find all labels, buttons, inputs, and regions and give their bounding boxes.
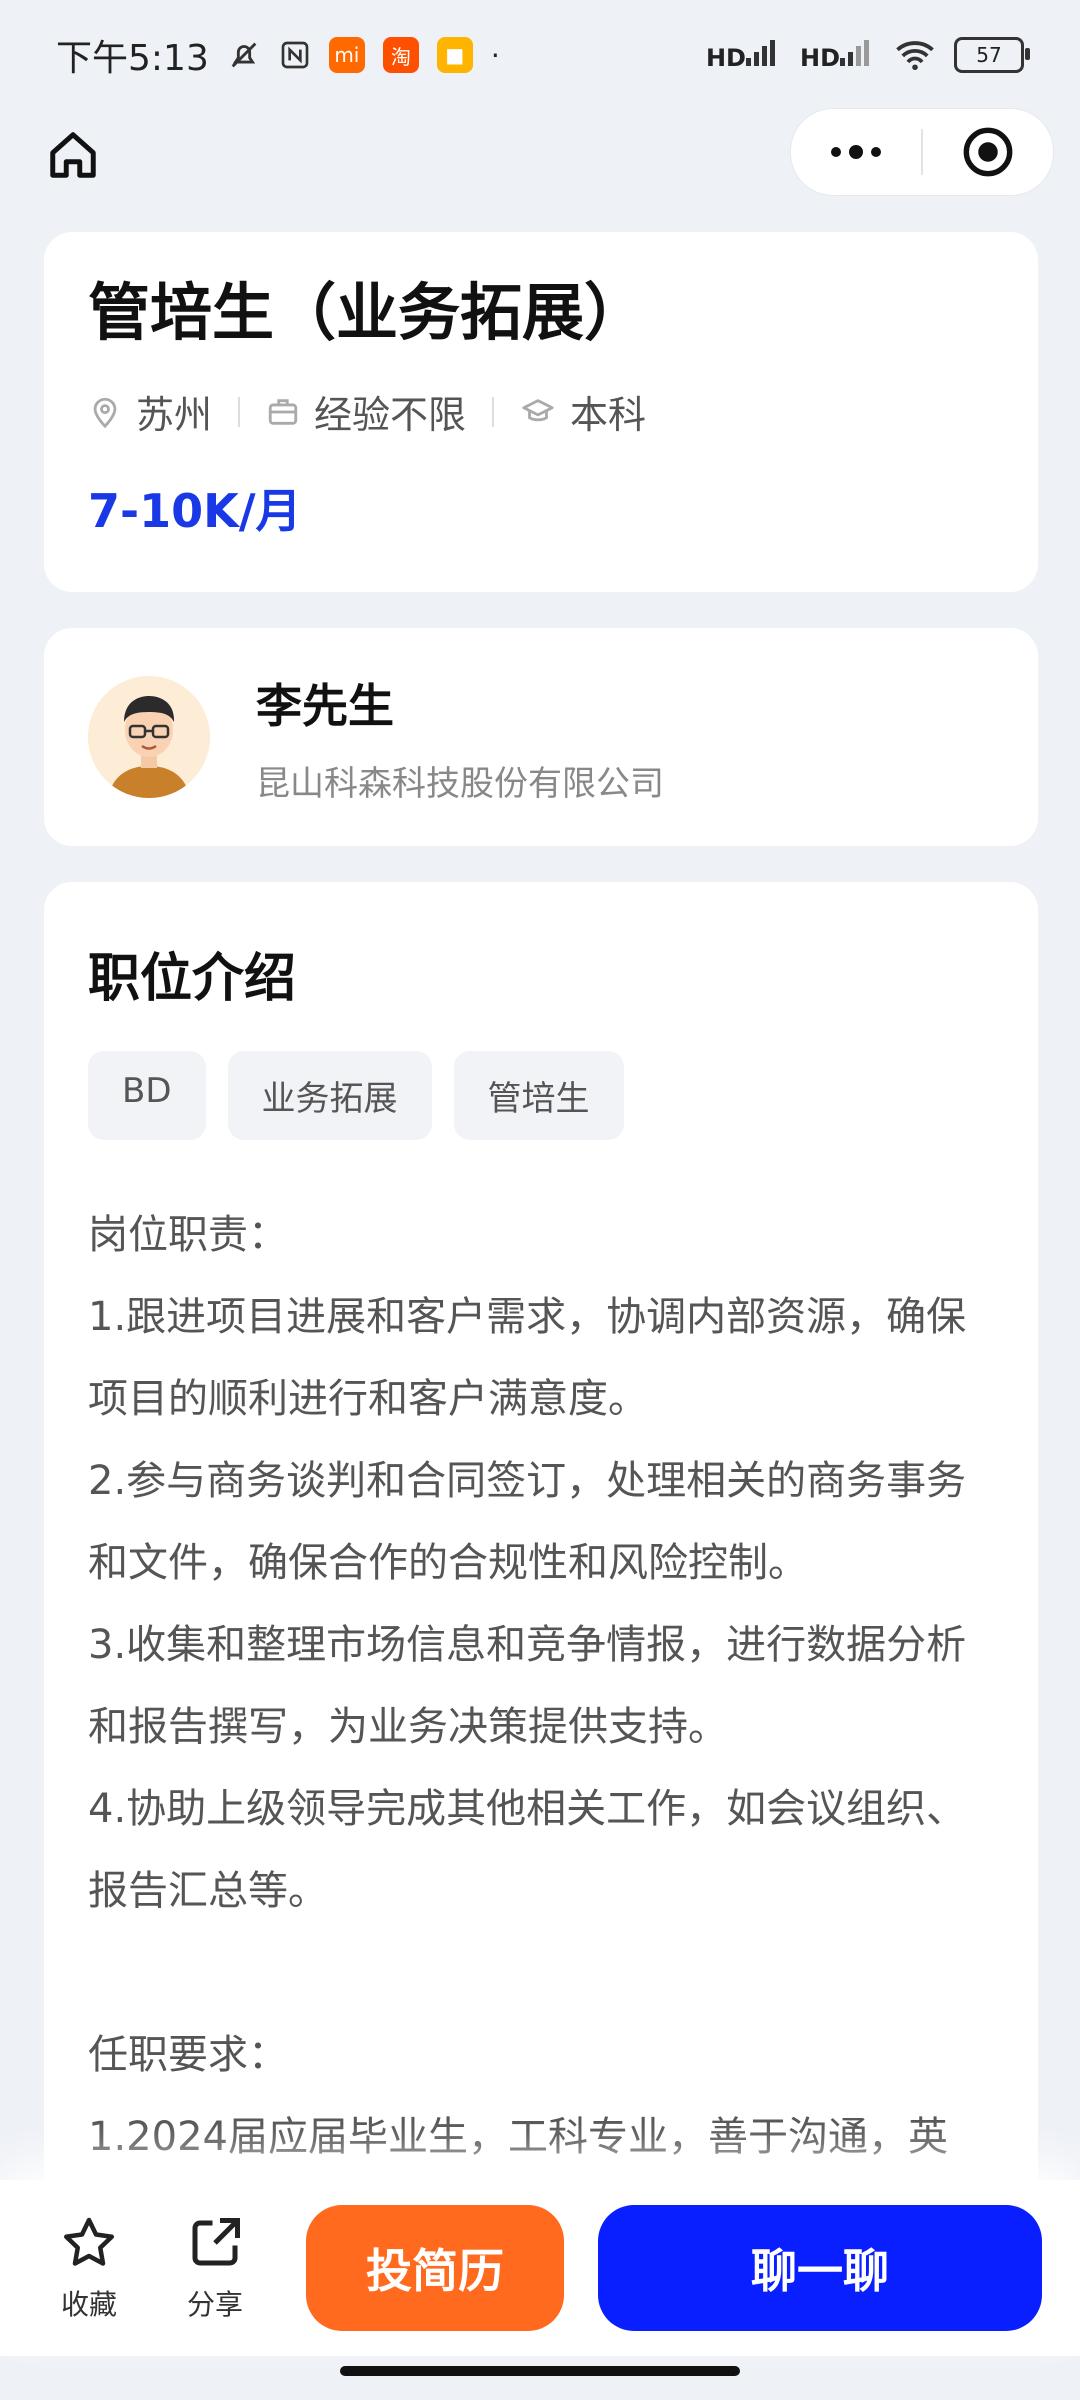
status-time: 下午5:13 — [56, 38, 209, 79]
job-meta: 苏州 经验不限 本科 — [88, 384, 994, 439]
description-line: 报告汇总等。 — [88, 1868, 328, 1914]
taobao-app-icon: 淘 — [382, 37, 419, 73]
job-location: 苏州 — [88, 384, 212, 439]
share-icon — [192, 2218, 240, 2266]
salary: 7-10K/月 — [88, 484, 302, 538]
status-bar: 下午5:13 mi 淘 ■ · HD HD 57 — [0, 0, 1080, 110]
description-line: 项目的顺利进行和客户满意度。 — [88, 1376, 648, 1422]
close-mini-program-button[interactable] — [923, 109, 1053, 195]
mute-bell-icon — [231, 42, 257, 68]
tag-list: BD 业务拓展 管培生 — [88, 1051, 994, 1140]
tag-item: 业务拓展 — [227, 1051, 432, 1140]
description-line: 1.2024届应届毕业生，工科专业，善于沟通，英 — [88, 2114, 948, 2160]
job-summary-card: 管培生（业务拓展） 苏州 经验不限 本科 7-10K/月 — [44, 232, 1038, 592]
star-icon — [64, 2217, 114, 2266]
location-pin-icon — [93, 397, 117, 428]
job-education: 本科 — [520, 384, 646, 439]
share-label: 分享 — [186, 2288, 243, 2321]
wifi-icon — [896, 41, 934, 71]
education-text: 本科 — [570, 393, 647, 437]
tag-item: BD — [88, 1051, 206, 1140]
recruiter-name: 李先生 — [256, 678, 394, 733]
graduation-cap-icon — [522, 398, 554, 421]
job-description-card: 职位介绍 BD 业务拓展 管培生 岗位职责： 1.跟进项目进展和客户需求，协调内… — [44, 882, 1038, 2322]
battery-level: 57 — [976, 43, 1002, 67]
signal-icon-2: HD — [800, 38, 876, 72]
meta-divider — [492, 396, 495, 427]
bottom-action-bar: 收藏 分享 投简历 聊一聊 — [0, 2180, 1080, 2356]
signal-icon-1: HD — [706, 38, 782, 72]
experience-text: 经验不限 — [314, 393, 467, 437]
avatar — [88, 676, 210, 798]
target-circle-icon — [963, 127, 1013, 177]
description-line: 2.参与商务谈判和合同签订，处理相关的商务事务 — [88, 1458, 967, 1504]
home-icon[interactable] — [46, 128, 100, 182]
favorite-button[interactable]: 收藏 — [52, 2213, 126, 2323]
description-line: 3.收集和整理市场信息和竞争情报，进行数据分析 — [88, 1622, 967, 1668]
description-line: 岗位职责： — [88, 1212, 288, 1258]
tag-item: 管培生 — [453, 1051, 624, 1140]
description-text: 岗位职责： 1.跟进项目进展和客户需求，协调内部资源，确保 项目的顺利进行和客户… — [88, 1194, 994, 2178]
description-blank-line — [88, 1932, 994, 2014]
description-line: 1.跟进项目进展和客户需求，协调内部资源，确保 — [88, 1294, 967, 1340]
description-line: 和文件，确保合作的合规性和风险控制。 — [88, 1540, 808, 1586]
home-indicator[interactable] — [340, 2366, 740, 2376]
chat-button[interactable]: 聊一聊 — [598, 2205, 1042, 2331]
description-line: 4.协助上级领导完成其他相关工作，如会议组织、 — [88, 1786, 967, 1832]
recruiter-info: 李先生 昆山科森科技股份有限公司 — [256, 670, 664, 805]
job-title: 管培生（业务拓展） — [88, 276, 647, 349]
mini-program-capsule — [790, 108, 1054, 196]
location-text: 苏州 — [136, 393, 213, 437]
share-button[interactable]: 分享 — [178, 2213, 252, 2323]
mi-app-icon: mi — [328, 37, 365, 73]
briefcase-icon — [268, 398, 298, 425]
job-experience: 经验不限 — [266, 384, 466, 439]
meta-divider — [238, 396, 241, 427]
more-notifications-dot: · — [490, 38, 500, 72]
description-line: 和报告撰写，为业务决策提供支持。 — [88, 1704, 728, 1750]
section-title: 职位介绍 — [88, 949, 297, 1009]
description-line: 任职要求： — [88, 2032, 288, 2078]
recruiter-company: 昆山科森科技股份有限公司 — [256, 763, 664, 804]
more-button[interactable] — [791, 109, 921, 195]
nfc-icon — [281, 41, 309, 69]
notes-app-icon: ■ — [436, 37, 473, 73]
recruiter-card[interactable]: 李先生 昆山科森科技股份有限公司 — [44, 628, 1038, 846]
battery-icon: 57 — [954, 37, 1030, 73]
more-dots-icon — [831, 145, 881, 159]
favorite-label: 收藏 — [60, 2288, 117, 2321]
submit-resume-button[interactable]: 投简历 — [306, 2205, 564, 2331]
nav-bar — [0, 108, 1080, 196]
